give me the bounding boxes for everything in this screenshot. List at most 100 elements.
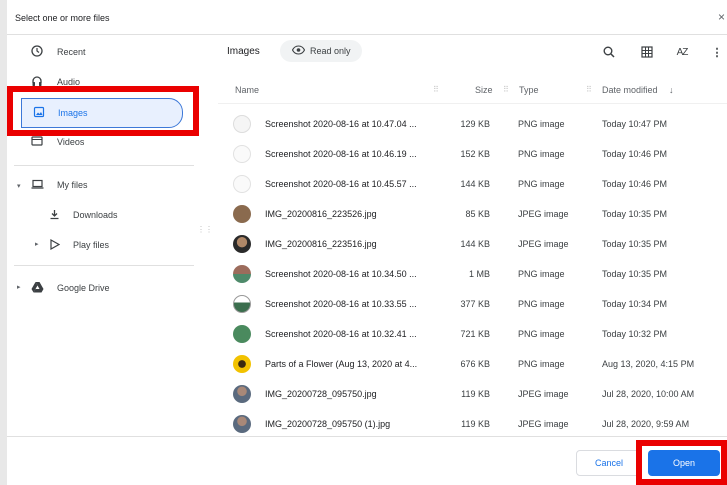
file-type: JPEG image bbox=[518, 389, 569, 399]
sidebar-item-my-files[interactable]: My files bbox=[7, 171, 197, 199]
file-size: 377 KB bbox=[460, 299, 490, 309]
file-date: Today 10:46 PM bbox=[602, 149, 668, 159]
file-type: PNG image bbox=[518, 179, 565, 189]
file-name: Screenshot 2020-08-16 at 10.32.41 ... bbox=[265, 329, 417, 339]
breadcrumb[interactable]: Images bbox=[227, 46, 260, 57]
file-size: 1 MB bbox=[468, 269, 490, 279]
column-date-modified[interactable]: Date modified bbox=[602, 85, 658, 95]
file-row[interactable]: IMG_20200728_095750.jpg 119 KB JPEG imag… bbox=[218, 379, 727, 409]
file-date: Jul 28, 2020, 10:00 AM bbox=[602, 389, 695, 399]
resize-handle[interactable]: ⋮⋮ bbox=[197, 225, 213, 234]
file-size: 129 KB bbox=[460, 119, 490, 129]
file-thumbnail bbox=[233, 145, 251, 163]
highlight-images bbox=[7, 86, 199, 136]
sidebar-item-label: Play files bbox=[73, 240, 110, 250]
file-date: Today 10:35 PM bbox=[602, 209, 668, 219]
title-bar: Select one or more files × bbox=[7, 0, 727, 35]
sidebar-item-label: Google Drive bbox=[57, 283, 110, 293]
sidebar-item-downloads[interactable]: Downloads bbox=[7, 201, 197, 229]
sidebar-item-play-files[interactable]: Play files bbox=[7, 231, 197, 259]
file-thumbnail bbox=[233, 415, 251, 433]
file-picker-dialog: Select one or more files × Recent Audio … bbox=[0, 0, 727, 485]
file-date: Today 10:35 PM bbox=[602, 239, 668, 249]
file-type: PNG image bbox=[518, 299, 565, 309]
file-row[interactable]: IMG_20200816_223526.jpg 85 KB JPEG image… bbox=[218, 199, 727, 229]
file-row[interactable]: IMG_20200816_223516.jpg 144 KB JPEG imag… bbox=[218, 229, 727, 259]
more-menu-icon[interactable]: ⋮ bbox=[709, 44, 725, 60]
sidebar-divider bbox=[14, 165, 194, 166]
file-name: IMG_20200816_223516.jpg bbox=[265, 239, 377, 249]
sort-arrow-icon[interactable]: ↓ bbox=[669, 85, 674, 95]
file-name: Screenshot 2020-08-16 at 10.34.50 ... bbox=[265, 269, 417, 279]
file-row[interactable]: IMG_20200728_095750 (1).jpg 119 KB JPEG … bbox=[218, 409, 727, 439]
drive-icon bbox=[30, 280, 44, 294]
video-icon bbox=[30, 134, 44, 148]
column-resize-icon[interactable]: ⠿ bbox=[503, 85, 509, 94]
file-date: Aug 13, 2020, 4:15 PM bbox=[602, 359, 695, 369]
file-thumbnail bbox=[233, 385, 251, 403]
play-store-icon bbox=[47, 237, 61, 251]
file-date: Today 10:47 PM bbox=[602, 119, 668, 129]
file-row[interactable]: Screenshot 2020-08-16 at 10.34.50 ... 1 … bbox=[218, 259, 727, 289]
sidebar-item-recent[interactable]: Recent bbox=[7, 38, 197, 66]
file-date: Jul 28, 2020, 9:59 AM bbox=[602, 419, 690, 429]
file-row[interactable]: Screenshot 2020-08-16 at 10.32.41 ... 72… bbox=[218, 319, 727, 349]
file-name: IMG_20200728_095750.jpg bbox=[265, 389, 377, 399]
file-type: PNG image bbox=[518, 119, 565, 129]
file-thumbnail bbox=[233, 355, 251, 373]
file-size: 676 KB bbox=[460, 359, 490, 369]
column-resize-icon[interactable]: ⠿ bbox=[586, 85, 592, 94]
download-icon bbox=[47, 207, 61, 221]
file-row[interactable]: Screenshot 2020-08-16 at 10.45.57 ... 14… bbox=[218, 169, 727, 199]
sidebar-item-label: Downloads bbox=[73, 210, 118, 220]
file-row[interactable]: Screenshot 2020-08-16 at 10.46.19 ... 15… bbox=[218, 139, 727, 169]
search-icon[interactable] bbox=[601, 44, 617, 60]
sidebar-divider bbox=[14, 265, 194, 266]
clock-icon bbox=[30, 44, 44, 58]
file-size: 119 KB bbox=[461, 389, 490, 399]
file-thumbnail bbox=[233, 325, 251, 343]
file-thumbnail bbox=[233, 205, 251, 223]
file-row[interactable]: Screenshot 2020-08-16 at 10.47.04 ... 12… bbox=[218, 109, 727, 139]
file-size: 721 KB bbox=[460, 329, 490, 339]
file-name: Screenshot 2020-08-16 at 10.47.04 ... bbox=[265, 119, 417, 129]
sidebar-item-label: My files bbox=[57, 180, 88, 190]
footer-divider bbox=[7, 436, 727, 437]
column-header: Name ⠿ Size ⠿ Type ⠿ Date modified ↓ bbox=[218, 77, 727, 104]
column-resize-icon[interactable]: ⠿ bbox=[433, 85, 439, 94]
sort-az-icon[interactable]: AZ bbox=[674, 44, 690, 60]
file-size: 144 KB bbox=[460, 239, 490, 249]
file-row[interactable]: Parts of a Flower (Aug 13, 2020 at 4... … bbox=[218, 349, 727, 379]
file-type: JPEG image bbox=[518, 419, 569, 429]
close-icon[interactable]: × bbox=[718, 10, 725, 24]
file-name: IMG_20200816_223526.jpg bbox=[265, 209, 377, 219]
file-name: Parts of a Flower (Aug 13, 2020 at 4... bbox=[265, 359, 418, 369]
column-size[interactable]: Size bbox=[475, 85, 493, 95]
sidebar-item-label: Videos bbox=[57, 137, 85, 147]
grid-view-icon[interactable] bbox=[639, 44, 655, 60]
file-list-pane: Images Read only AZ ⋮ Name ⠿ Size ⠿ Type… bbox=[218, 35, 727, 435]
read-only-label: Read only bbox=[310, 46, 351, 56]
column-name[interactable]: Name bbox=[235, 85, 259, 95]
file-row[interactable]: Screenshot 2020-08-16 at 10.33.55 ... 37… bbox=[218, 289, 727, 319]
file-name: Screenshot 2020-08-16 at 10.33.55 ... bbox=[265, 299, 417, 309]
file-thumbnail bbox=[233, 295, 251, 313]
file-name: IMG_20200728_095750 (1).jpg bbox=[265, 419, 391, 429]
dialog-title: Select one or more files bbox=[15, 13, 110, 23]
file-size: 85 KB bbox=[465, 209, 490, 219]
window-edge bbox=[0, 0, 7, 485]
file-size: 144 KB bbox=[460, 179, 490, 189]
toolbar: Images Read only AZ ⋮ bbox=[218, 35, 727, 69]
sidebar-item-google-drive[interactable]: Google Drive bbox=[7, 274, 197, 302]
file-name: Screenshot 2020-08-16 at 10.46.19 ... bbox=[265, 149, 417, 159]
sidebar-item-label: Recent bbox=[57, 47, 86, 57]
eye-icon bbox=[291, 45, 306, 57]
file-date: Today 10:34 PM bbox=[602, 299, 668, 309]
file-size: 152 KB bbox=[460, 149, 490, 159]
file-date: Today 10:35 PM bbox=[602, 269, 668, 279]
read-only-chip: Read only bbox=[280, 40, 362, 62]
cancel-button[interactable]: Cancel bbox=[576, 450, 642, 476]
column-type[interactable]: Type bbox=[519, 85, 539, 95]
file-type: PNG image bbox=[518, 329, 565, 339]
file-type: PNG image bbox=[518, 269, 565, 279]
